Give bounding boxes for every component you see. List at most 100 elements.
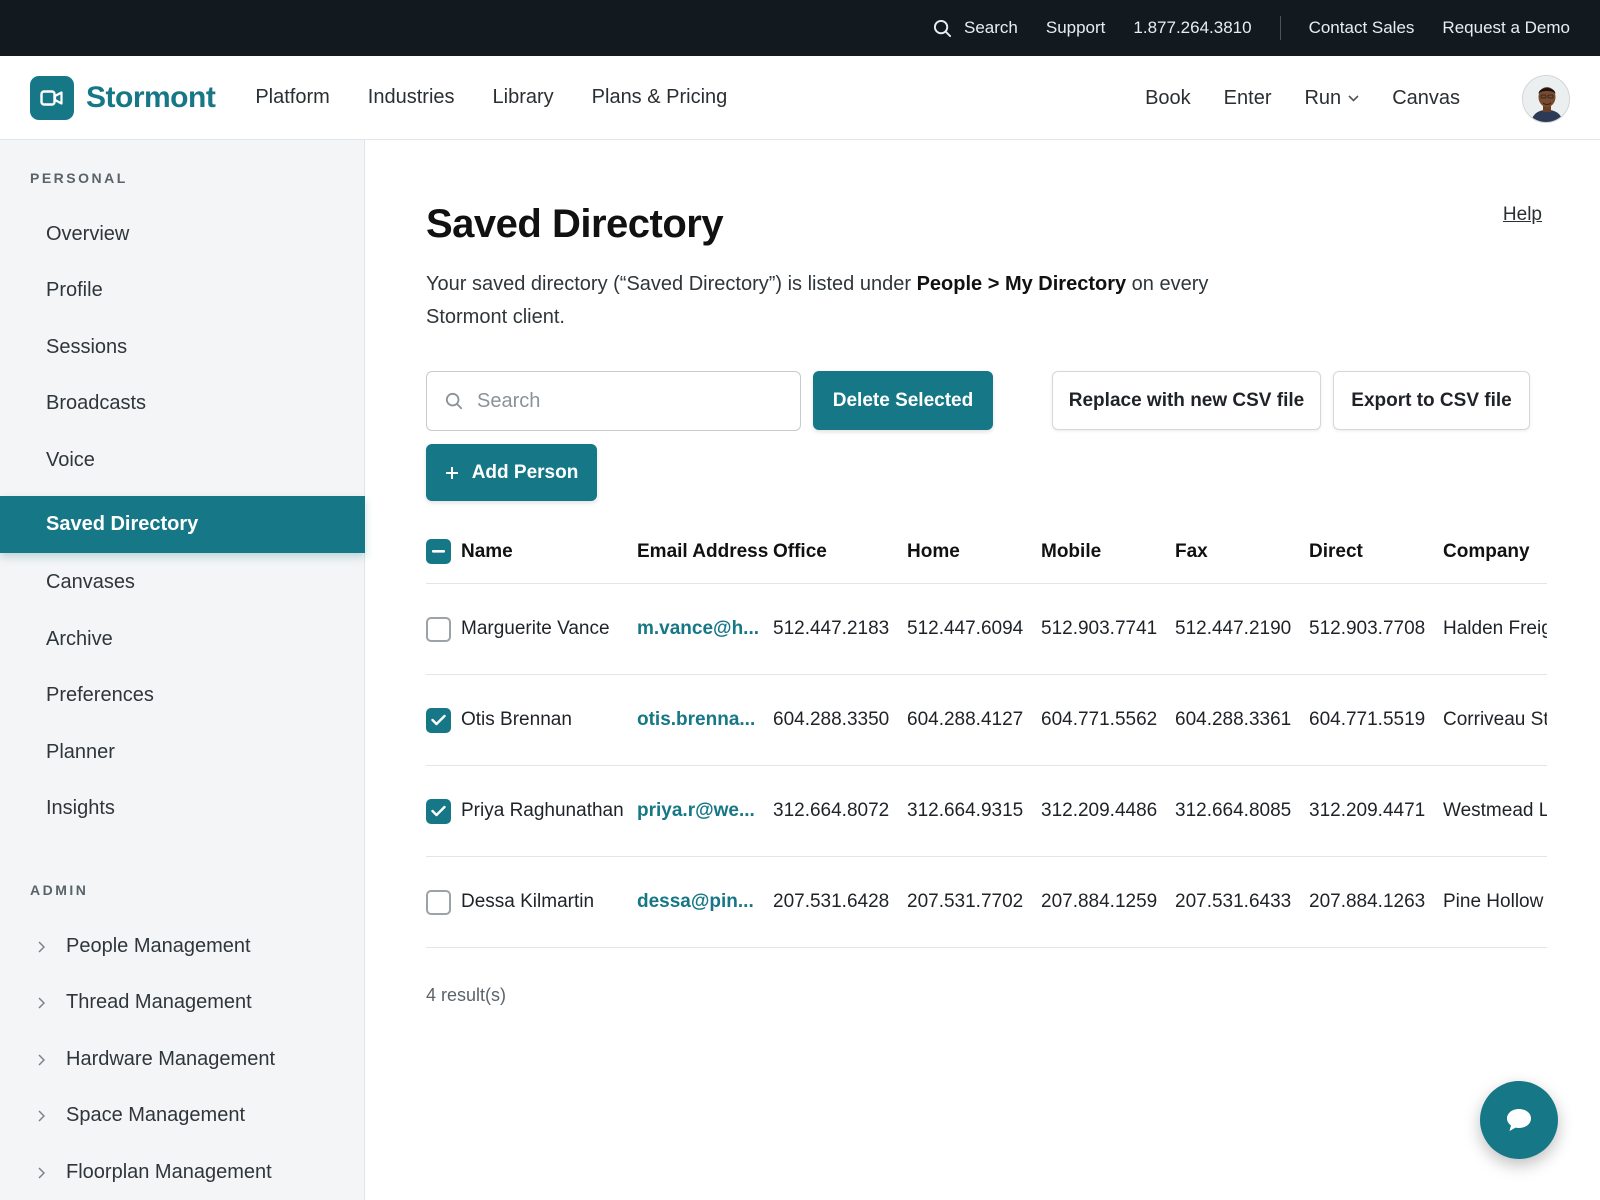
cell-mobile: 312.209.4486 [1041, 800, 1158, 821]
cell-office: 312.664.8072 [773, 800, 890, 821]
sidebar-item-overview[interactable]: Overview [0, 206, 365, 263]
sidebar-item-insights[interactable]: Insights [0, 780, 365, 837]
sidebar-item-hardware-management[interactable]: Hardware Management [0, 1031, 365, 1088]
sidebar-item-planner[interactable]: Planner [0, 724, 365, 781]
sidebar-item-archive[interactable]: Archive [0, 611, 365, 668]
phone-link[interactable]: 1.877.264.3810 [1133, 18, 1251, 38]
cell-office: 207.531.6428 [773, 891, 890, 912]
column-header-mobile[interactable]: Mobile [1041, 520, 1101, 583]
sidebar-item-broadcasts[interactable]: Broadcasts [0, 375, 365, 432]
sidebar-item-profile[interactable]: Profile [0, 262, 365, 319]
intro-text: Your saved directory (“Saved Directory”)… [426, 268, 1246, 334]
column-header-home[interactable]: Home [907, 520, 960, 583]
nav-enter[interactable]: Enter [1224, 87, 1272, 110]
nav-book[interactable]: Book [1145, 87, 1191, 110]
add-person-button[interactable]: Add Person [426, 444, 597, 501]
right-nav: Book Enter Run Canvas [1112, 56, 1460, 140]
row-checkbox[interactable] [426, 616, 451, 642]
cell-fax: 604.288.3361 [1175, 709, 1292, 730]
row-checkbox[interactable] [426, 889, 451, 915]
sidebar-item-people-management[interactable]: People Management [0, 918, 365, 975]
sidebar-item-preferences[interactable]: Preferences [0, 667, 365, 724]
admin-item-label: Floorplan Management [66, 1161, 272, 1183]
sidebar-item-saved-directory[interactable]: Saved Directory [0, 496, 365, 553]
table-row[interactable]: Otis Brennan otis.brenna... 604.288.3350… [426, 675, 1547, 766]
sidebar-item-sessions[interactable]: Sessions [0, 319, 365, 376]
delete-selected-button[interactable]: Delete Selected [813, 371, 993, 430]
section-label-personal: PERSONAL [30, 170, 128, 186]
intro-text-start: Your saved directory (“Saved Directory”)… [426, 273, 917, 295]
page-title: Saved Directory [426, 202, 724, 246]
cell-email-link[interactable]: m.vance@h... [637, 584, 759, 674]
plus-icon [445, 466, 458, 479]
chevron-right-icon [38, 1109, 45, 1122]
support-link[interactable]: Support [1046, 18, 1106, 38]
select-all-cell [426, 520, 451, 583]
brand-name[interactable]: Stormont [86, 81, 216, 115]
chevron-down-icon [1348, 94, 1359, 102]
main-content: Saved Directory Help Your saved director… [366, 140, 1600, 1200]
brand-logo[interactable] [30, 75, 74, 120]
cell-company: Corriveau St [1443, 709, 1547, 730]
nav-run-dropdown[interactable]: Run [1304, 87, 1359, 110]
column-header-fax[interactable]: Fax [1175, 520, 1208, 583]
sidebar-item-thread-management[interactable]: Thread Management [0, 974, 365, 1031]
sidebar-item-canvases[interactable]: Canvases [0, 554, 365, 611]
chevron-right-icon [38, 996, 45, 1009]
admin-item-label: Space Management [66, 1104, 246, 1126]
cell-name: Dessa Kilmartin [461, 891, 595, 912]
cell-company: Pine Hollow [1443, 891, 1544, 912]
cell-home: 312.664.9315 [907, 800, 1024, 821]
cell-direct: 312.209.4471 [1309, 800, 1426, 821]
chat-button[interactable] [1480, 1081, 1558, 1159]
column-header-office[interactable]: Office [773, 520, 827, 583]
cell-direct: 512.903.7708 [1309, 618, 1426, 639]
search-input[interactable] [477, 389, 777, 413]
select-all-checkbox[interactable] [426, 539, 451, 564]
cell-email-link[interactable]: otis.brenna... [637, 675, 755, 765]
nav-industries[interactable]: Industries [368, 86, 455, 109]
column-header-direct[interactable]: Direct [1309, 520, 1363, 583]
replace-csv-button[interactable]: Replace with new CSV file [1052, 371, 1321, 430]
sidebar-item-voice[interactable]: Voice [0, 432, 365, 489]
top-search-link[interactable]: Search [933, 18, 1018, 38]
column-header-company[interactable]: Company [1443, 520, 1530, 583]
sidebar-item-space-management[interactable]: Space Management [0, 1087, 365, 1144]
admin-item-label: Thread Management [66, 991, 252, 1013]
column-header-name[interactable]: Name [461, 520, 513, 583]
nav-library[interactable]: Library [493, 86, 554, 109]
user-avatar[interactable] [1522, 75, 1570, 123]
cell-email-link[interactable]: priya.r@we... [637, 766, 755, 856]
help-link[interactable]: Help [1503, 204, 1542, 226]
table-row[interactable]: Marguerite Vance m.vance@h... 512.447.21… [426, 584, 1547, 675]
minus-icon [432, 550, 445, 553]
cell-home: 512.447.6094 [907, 618, 1024, 639]
cell-office: 604.288.3350 [773, 709, 890, 730]
request-demo-link[interactable]: Request a Demo [1442, 18, 1570, 38]
row-checkbox[interactable] [426, 707, 451, 733]
nav-plans-pricing[interactable]: Plans & Pricing [592, 86, 728, 109]
cell-fax: 512.447.2190 [1175, 618, 1292, 639]
sidebar-item-floorplan-management[interactable]: Floorplan Management [0, 1144, 365, 1200]
row-checkbox[interactable] [426, 798, 451, 824]
directory-search[interactable] [426, 371, 801, 431]
cell-mobile: 604.771.5562 [1041, 709, 1158, 730]
admin-item-label: People Management [66, 935, 251, 957]
chat-bubble-icon [1507, 1109, 1531, 1131]
cell-email-link[interactable]: dessa@pin... [637, 857, 754, 947]
nav-canvas[interactable]: Canvas [1392, 87, 1460, 110]
column-header-email[interactable]: Email Address [637, 520, 768, 583]
section-label-admin: ADMIN [30, 882, 89, 898]
sidebar: PERSONAL Overview Profile Sessions Broad… [0, 140, 365, 1200]
row-select-cell [426, 675, 451, 765]
table-row[interactable]: Priya Raghunathan priya.r@we... 312.664.… [426, 766, 1547, 857]
nav-platform[interactable]: Platform [255, 86, 329, 109]
intro-path: People > My Directory [916, 273, 1127, 295]
cell-direct: 207.884.1263 [1309, 891, 1426, 912]
results-count: 4 result(s) [426, 985, 507, 1005]
row-select-cell [426, 584, 451, 674]
contact-sales-link[interactable]: Contact Sales [1309, 18, 1415, 38]
export-csv-button[interactable]: Export to CSV file [1333, 371, 1530, 430]
table-row[interactable]: Dessa Kilmartin dessa@pin... 207.531.642… [426, 857, 1547, 948]
chevron-right-icon [38, 940, 45, 953]
